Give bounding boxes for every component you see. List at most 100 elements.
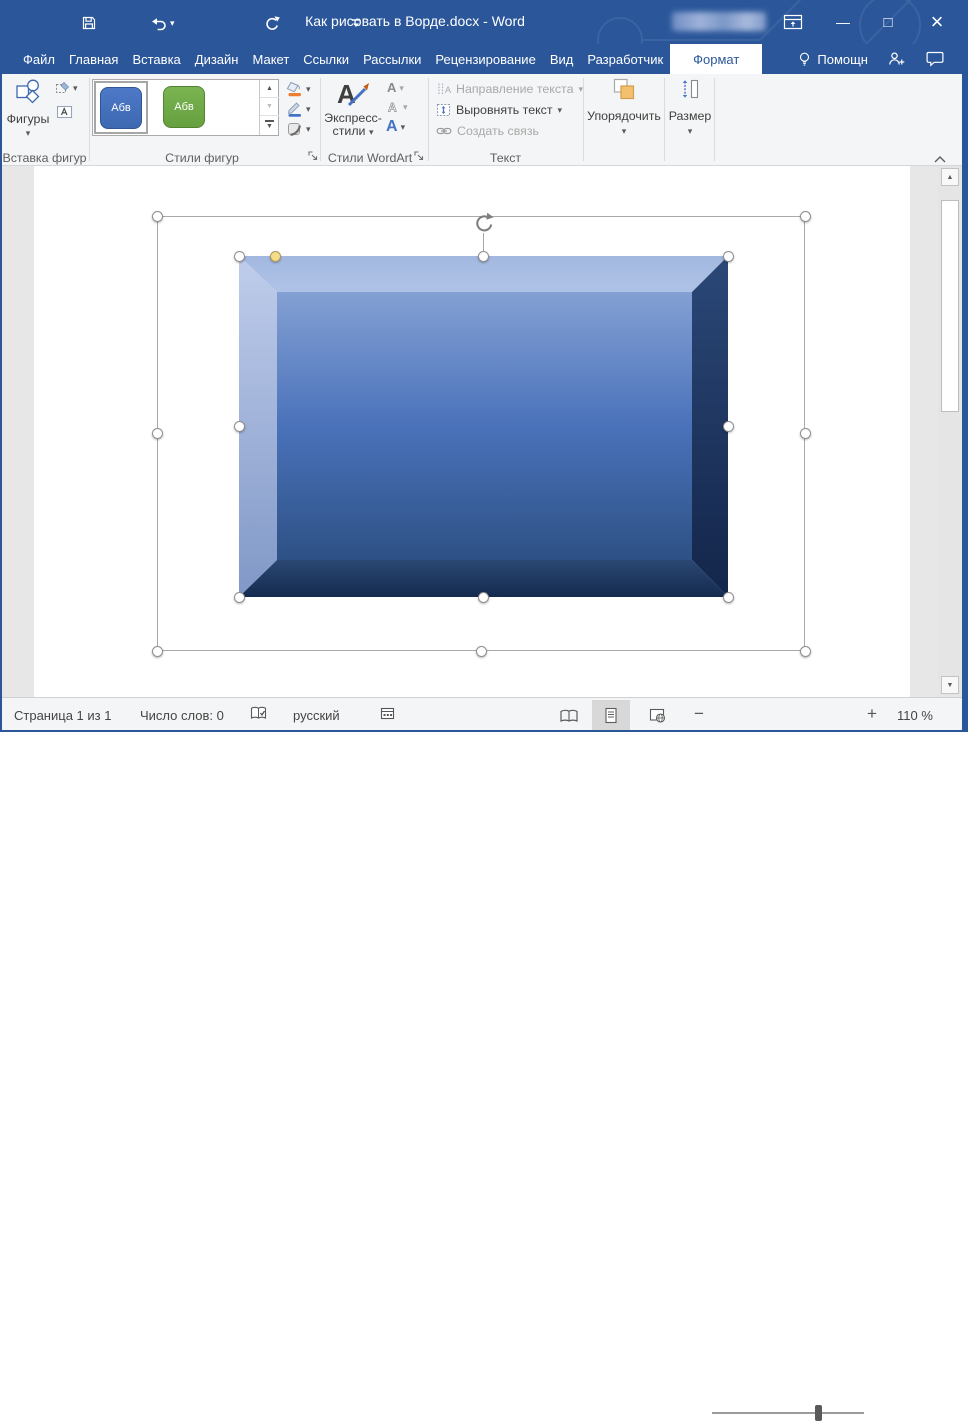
arrange-button[interactable]: Упорядочить ▾ bbox=[585, 78, 663, 135]
user-account-name[interactable] bbox=[672, 12, 766, 31]
tab-layout[interactable]: Макет bbox=[245, 44, 296, 74]
wordart-dialog-launcher[interactable] bbox=[413, 150, 425, 162]
canvas-handle-bottom-left[interactable] bbox=[152, 646, 163, 657]
tab-mailings[interactable]: Рассылки bbox=[356, 44, 428, 74]
zoom-slider-thumb[interactable] bbox=[815, 1405, 822, 1421]
canvas-handle-mid-right[interactable] bbox=[800, 428, 811, 439]
zoom-out-button[interactable]: − bbox=[694, 704, 704, 724]
shape-handle-bottom-right[interactable] bbox=[723, 592, 734, 603]
text-outline-button: А ▾ bbox=[387, 100, 408, 113]
macro-recording-button[interactable] bbox=[380, 707, 395, 723]
shape-handle-bottom-left[interactable] bbox=[234, 592, 245, 603]
canvas-handle-top-right[interactable] bbox=[800, 211, 811, 222]
shape-handle-top-right[interactable] bbox=[723, 251, 734, 262]
align-text-label: Выровнять текст bbox=[456, 103, 553, 117]
svg-text:A: A bbox=[445, 85, 451, 95]
shape-style-preview-blue[interactable]: Абв bbox=[100, 87, 142, 129]
shape-fill-button[interactable]: ▾ bbox=[286, 81, 311, 97]
wordart-quick-styles-icon: А bbox=[336, 78, 370, 108]
zoom-in-button[interactable]: + bbox=[867, 704, 877, 724]
tab-review[interactable]: Рецензирование bbox=[428, 44, 542, 74]
rotation-handle-stem bbox=[483, 233, 484, 251]
zoom-level[interactable]: 110 % bbox=[897, 708, 933, 723]
ribbon-display-options-button[interactable] bbox=[780, 8, 806, 36]
page-indicator[interactable]: Страница 1 из 1 bbox=[14, 708, 111, 723]
text-box-button[interactable] bbox=[56, 105, 73, 119]
edit-shape-button[interactable]: ▾ bbox=[55, 81, 78, 94]
ribbon-format-tab-content: Фигуры ▾ ▾ Вставка фигур Абв Абв ▲ bbox=[0, 74, 968, 166]
canvas-handle-bottom-center[interactable] bbox=[476, 646, 487, 657]
tab-design[interactable]: Дизайн bbox=[188, 44, 246, 74]
collapse-ribbon-button[interactable] bbox=[934, 152, 946, 166]
tab-view[interactable]: Вид bbox=[543, 44, 581, 74]
text-fill-caret-icon: ▾ bbox=[399, 84, 404, 92]
comments-button[interactable] bbox=[916, 51, 954, 67]
web-layout-view-button[interactable] bbox=[638, 700, 676, 731]
gallery-scroll-up-button[interactable]: ▲ bbox=[260, 80, 279, 98]
shapes-button[interactable]: Фигуры ▾ bbox=[6, 78, 50, 137]
word-count[interactable]: Число слов: 0 bbox=[140, 708, 224, 723]
tell-me-assistant[interactable]: Помощн bbox=[788, 51, 878, 68]
arrange-label: Упорядочить bbox=[587, 109, 661, 123]
shape-handle-bottom-center[interactable] bbox=[478, 592, 489, 603]
window-border-right bbox=[962, 44, 968, 732]
create-link-button: Создать связь bbox=[436, 124, 539, 138]
close-button[interactable]: × bbox=[922, 8, 952, 36]
shape-styles-dialog-launcher[interactable] bbox=[307, 150, 319, 162]
vertical-scrollbar[interactable]: ▲ ▼ bbox=[938, 166, 962, 697]
collapse-ribbon-chevron-icon bbox=[934, 156, 946, 163]
bevel-center-face bbox=[277, 292, 692, 560]
shape-handle-mid-left[interactable] bbox=[234, 421, 245, 432]
quick-styles-label-line2-text: стили bbox=[333, 124, 366, 138]
shape-effects-button[interactable]: ▾ bbox=[286, 121, 311, 137]
proofing-status-button[interactable] bbox=[250, 706, 267, 724]
canvas-handle-top-left[interactable] bbox=[152, 211, 163, 222]
quick-styles-button[interactable]: А Экспресс- стили ▾ bbox=[326, 78, 380, 138]
shape-style-selected[interactable]: Абв bbox=[94, 81, 148, 134]
shape-adjust-handle[interactable] bbox=[270, 251, 281, 262]
align-text-icon bbox=[436, 103, 451, 117]
scroll-up-button[interactable]: ▲ bbox=[941, 168, 959, 186]
word-window: ▾ Как рисовать в Ворде.docx - Word — □ bbox=[0, 0, 968, 732]
document-area: ▲ ▼ bbox=[0, 166, 968, 697]
zoom-slider-track[interactable] bbox=[712, 1412, 864, 1414]
size-caret-icon: ▾ bbox=[688, 127, 693, 135]
comment-icon bbox=[926, 51, 944, 67]
language-indicator[interactable]: русский bbox=[293, 708, 340, 723]
tab-developer[interactable]: Разработчик bbox=[580, 44, 670, 74]
quick-styles-label-line2: стили ▾ bbox=[333, 125, 374, 138]
text-fill-button: А ▾ bbox=[387, 80, 404, 95]
proofing-book-icon bbox=[250, 706, 267, 721]
rotate-handle-icon[interactable] bbox=[472, 211, 496, 235]
group-separator bbox=[583, 78, 584, 161]
bevel-rectangle-shape[interactable] bbox=[239, 256, 728, 597]
shape-handle-top-center[interactable] bbox=[478, 251, 489, 262]
shape-handle-mid-right[interactable] bbox=[723, 421, 734, 432]
maximize-button[interactable]: □ bbox=[873, 8, 903, 36]
group-separator bbox=[320, 78, 321, 161]
print-layout-view-button[interactable] bbox=[592, 700, 630, 731]
read-mode-view-button[interactable] bbox=[550, 700, 588, 731]
scroll-down-button[interactable]: ▼ bbox=[941, 676, 959, 694]
text-effects-button[interactable]: А ▾ bbox=[386, 118, 405, 136]
shape-outline-button[interactable]: ▾ bbox=[286, 101, 311, 117]
tab-format-active[interactable]: Формат bbox=[670, 44, 762, 74]
shape-style-preview-green[interactable]: Абв bbox=[163, 86, 205, 128]
shape-handle-top-left[interactable] bbox=[234, 251, 245, 262]
tab-home[interactable]: Главная bbox=[62, 44, 125, 74]
text-effects-icon: А bbox=[386, 118, 398, 136]
align-text-button[interactable]: Выровнять текст ▾ bbox=[436, 103, 562, 117]
minimize-button[interactable]: — bbox=[828, 8, 858, 36]
tab-insert[interactable]: Вставка bbox=[125, 44, 187, 74]
tab-references[interactable]: Ссылки bbox=[296, 44, 356, 74]
shape-styles-gallery: Абв Абв ▲ ▼ ▼ bbox=[92, 79, 279, 136]
scrollbar-thumb[interactable] bbox=[941, 200, 959, 412]
web-layout-icon bbox=[649, 708, 666, 723]
gallery-more-button[interactable]: ▼ bbox=[260, 116, 279, 134]
size-button[interactable]: Размер ▾ bbox=[666, 78, 714, 135]
tab-file[interactable]: Файл bbox=[16, 44, 62, 74]
share-button[interactable] bbox=[878, 51, 916, 67]
canvas-handle-bottom-right[interactable] bbox=[800, 646, 811, 657]
group-label-shape-styles: Стили фигур bbox=[89, 151, 315, 165]
canvas-handle-mid-left[interactable] bbox=[152, 428, 163, 439]
